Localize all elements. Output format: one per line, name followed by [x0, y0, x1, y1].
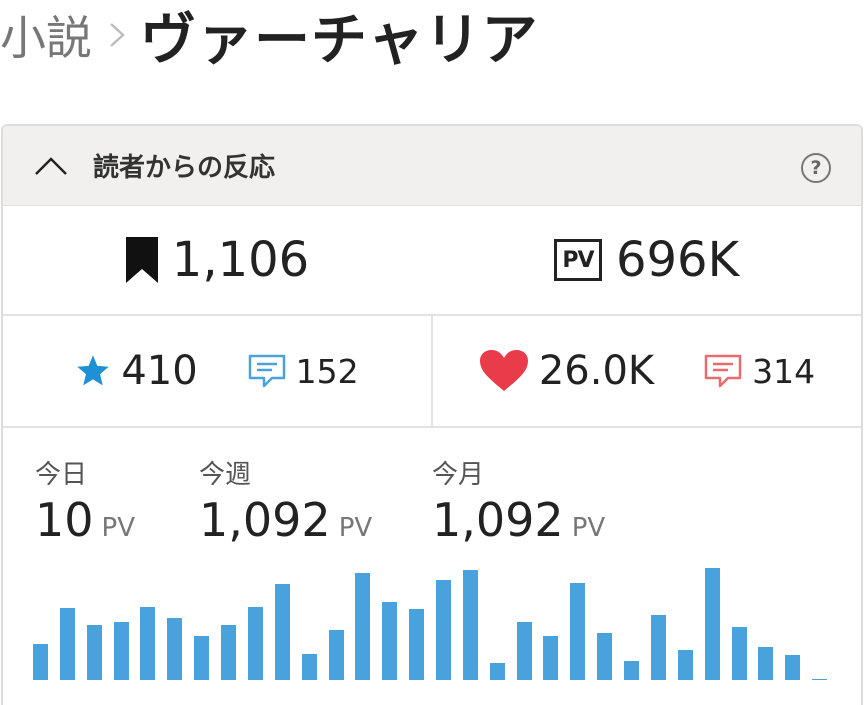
- stat-month: 今月 1,092 PV: [432, 454, 605, 547]
- pageview-stats: 今日 10 PV 今週 1,092 PV 今月 1,092 PV: [3, 428, 861, 705]
- chart-bar: [409, 609, 425, 680]
- stat-today: 今日 10 PV: [35, 454, 135, 547]
- chart-bar: [758, 647, 774, 680]
- stat-week-label: 今週: [199, 460, 252, 490]
- panel-header: 読者からの反応 ?: [3, 126, 861, 206]
- chart-bar: [516, 622, 532, 680]
- pv-icon-text: PV: [562, 247, 594, 273]
- daily-pv-chart: [33, 568, 839, 680]
- chart-bar: [221, 625, 237, 680]
- chart-bar: [704, 568, 720, 680]
- stat-week-unit: PV: [338, 513, 373, 543]
- chart-bar: [301, 654, 317, 680]
- chart-bar: [597, 633, 613, 680]
- chart-bar: [113, 622, 129, 680]
- chart-bar: [624, 661, 640, 680]
- reader-reactions-panel: 読者からの反応 ? 1,106 PV 696K 410 152 26.0K 31…: [1, 124, 863, 705]
- star-count[interactable]: 410: [75, 348, 198, 394]
- stat-today-value: 10: [35, 493, 94, 547]
- stat-month-value: 1,092: [432, 493, 564, 547]
- stat-today-unit: PV: [101, 513, 136, 543]
- chart-bar: [382, 602, 398, 680]
- chart-bar: [194, 636, 210, 680]
- chevron-right-icon: [110, 23, 125, 47]
- star-comment-count[interactable]: 152: [248, 352, 359, 391]
- chart-bar: [731, 627, 747, 680]
- chart-bar: [462, 570, 478, 680]
- panel-title: 読者からの反応: [93, 153, 276, 183]
- pageview-count: PV 696K: [432, 206, 861, 314]
- stat-week: 今週 1,092 PV: [199, 454, 372, 547]
- chart-bar: [274, 584, 290, 680]
- chart-bar: [59, 608, 75, 680]
- chart-bar: [570, 583, 586, 680]
- heart-comment-value: 314: [752, 351, 816, 391]
- comment-icon: [248, 354, 285, 388]
- heart-comment-count[interactable]: 314: [704, 352, 815, 391]
- chart-bar: [677, 650, 693, 680]
- heart-reactions: 26.0K 314: [431, 316, 861, 426]
- chart-bar: [489, 663, 505, 680]
- page-title: ヴァーチャリア: [140, 7, 539, 73]
- chart-bar: [140, 607, 156, 680]
- heart-icon: [479, 350, 528, 391]
- comment-icon: [704, 354, 742, 388]
- chart-bar: [328, 630, 344, 680]
- stat-month-label: 今月: [432, 460, 485, 490]
- collapse-button[interactable]: [29, 144, 73, 188]
- heart-value: 26.0K: [538, 348, 655, 394]
- chart-bar: [436, 580, 451, 680]
- pageview-value: 696K: [615, 232, 740, 288]
- chart-bar: [86, 625, 102, 680]
- stat-week-value: 1,092: [199, 493, 331, 547]
- stat-today-label: 今日: [35, 460, 88, 490]
- star-comment-value: 152: [295, 351, 359, 391]
- star-icon: [77, 355, 110, 386]
- chart-bar: [355, 573, 371, 680]
- totals-row: 1,106 PV 696K: [3, 206, 861, 316]
- chart-bar: [247, 607, 263, 680]
- bookmark-icon: [125, 237, 158, 283]
- breadcrumb-parent-link[interactable]: 小説: [0, 2, 92, 68]
- help-icon[interactable]: ?: [801, 153, 831, 183]
- reactions-row: 410 152 26.0K 314: [3, 316, 861, 428]
- bookmark-value: 1,106: [171, 232, 310, 288]
- star-reactions: 410 152: [3, 316, 431, 426]
- star-value: 410: [121, 348, 198, 394]
- help-glyph: ?: [810, 157, 822, 179]
- bookmark-count: 1,106: [3, 206, 432, 314]
- chart-bar: [543, 636, 559, 680]
- chevron-up-icon: [35, 156, 67, 175]
- chart-bar: [812, 679, 828, 680]
- pv-icon: PV: [553, 239, 602, 281]
- heart-count[interactable]: 26.0K: [479, 348, 654, 394]
- stat-month-unit: PV: [571, 513, 606, 543]
- breadcrumb: 小説 ヴァーチャリア: [0, 0, 538, 73]
- chart-bar: [167, 618, 183, 680]
- chart-bar: [785, 655, 801, 680]
- chart-bar: [33, 644, 48, 680]
- chart-bar: [650, 615, 666, 680]
